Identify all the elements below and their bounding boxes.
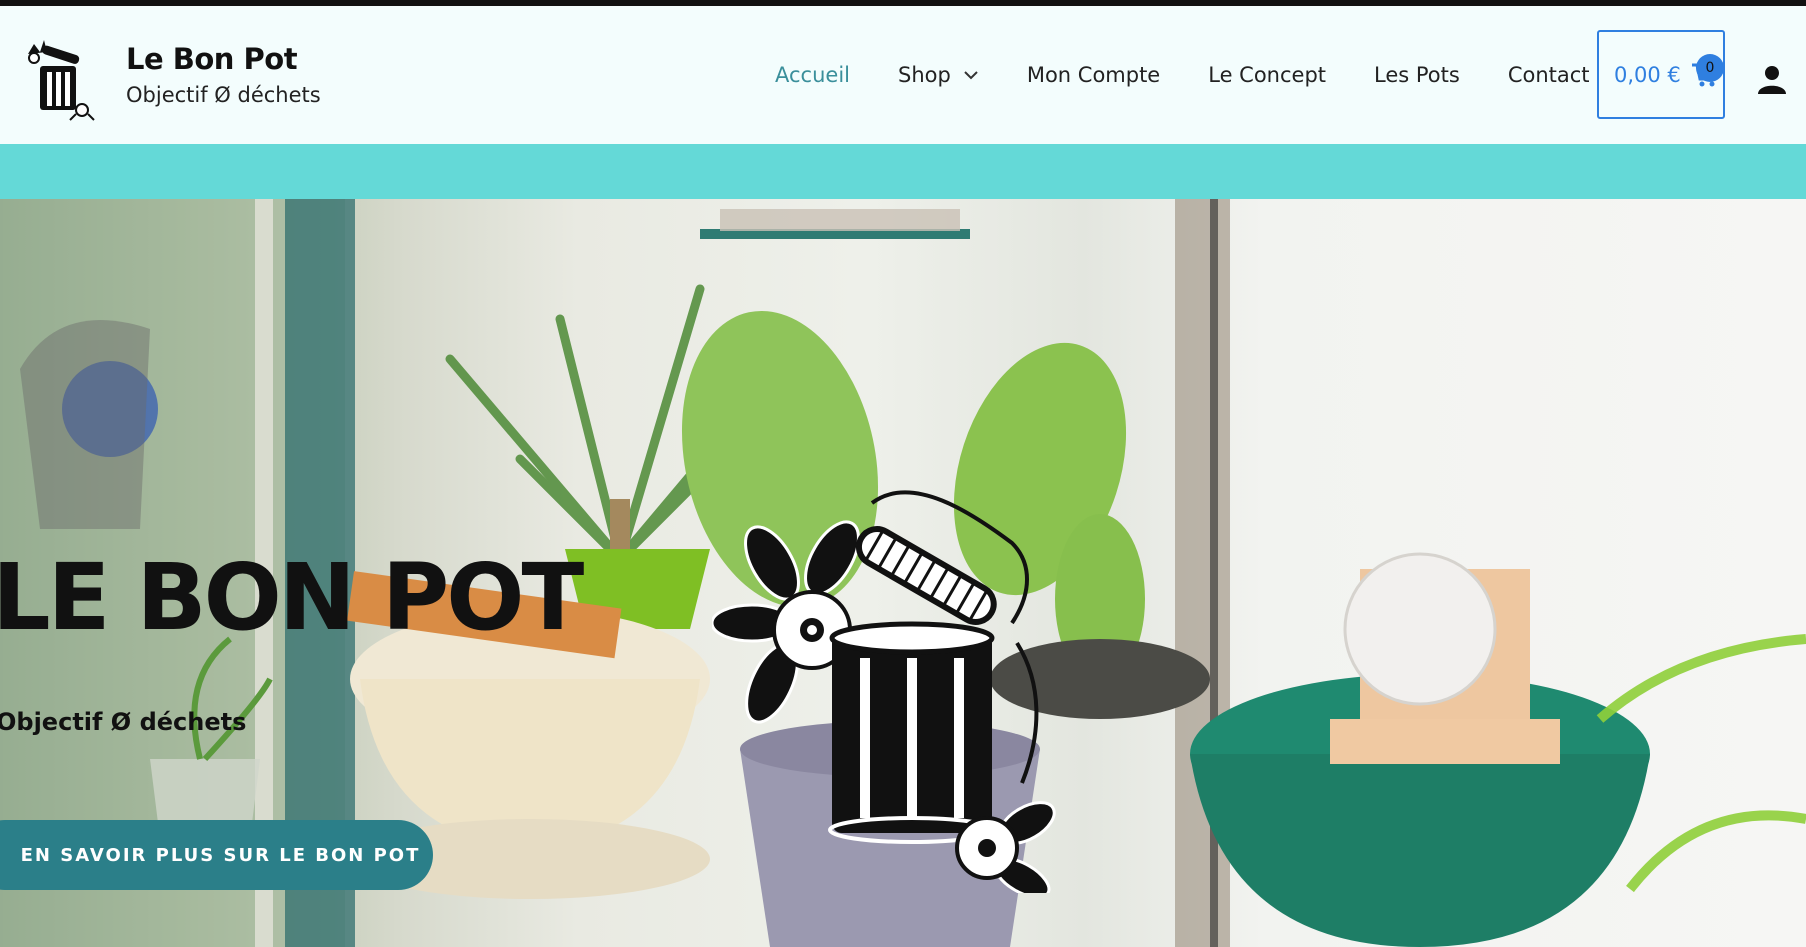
hero-subtitle: Objectif Ø déchets bbox=[0, 708, 247, 736]
nav-item-les-pots[interactable]: Les Pots bbox=[1374, 63, 1460, 87]
site-header: Le Bon Pot Objectif Ø déchets Accueil Sh… bbox=[0, 6, 1806, 144]
nav-item-shop[interactable]: Shop bbox=[898, 63, 979, 87]
nav-item-le-concept[interactable]: Le Concept bbox=[1208, 63, 1326, 87]
logo-pot-icon bbox=[712, 490, 1056, 893]
nav-item-contact[interactable]: Contact bbox=[1508, 63, 1590, 87]
cart-amount: 0,00 € bbox=[1614, 62, 1681, 87]
nav-label: Le Concept bbox=[1208, 63, 1327, 87]
main-nav: Accueil Shop Mon Compte Le Concept Les P… bbox=[775, 6, 1638, 144]
announcement-bar bbox=[0, 144, 1806, 199]
user-icon[interactable] bbox=[1757, 64, 1787, 94]
hero-title: LE BON POT bbox=[0, 544, 584, 651]
logo-pot-icon bbox=[28, 40, 95, 121]
brand[interactable]: Le Bon Pot Objectif Ø déchets bbox=[20, 32, 321, 124]
site-tagline: Objectif Ø déchets bbox=[126, 83, 321, 107]
nav-item-mon-compte[interactable]: Mon Compte bbox=[1027, 63, 1160, 87]
nav-label: Accueil bbox=[775, 63, 850, 87]
site-title[interactable]: Le Bon Pot bbox=[126, 42, 321, 76]
nav-label: Shop bbox=[898, 63, 951, 87]
nav-label: Les Pots bbox=[1374, 63, 1460, 87]
hero-section: LE BON POT Objectif Ø déchets EN SAVOIR … bbox=[0, 199, 1806, 947]
nav-label: Mon Compte bbox=[1026, 63, 1161, 87]
learn-more-button[interactable]: EN SAVOIR PLUS SUR LE BON POT bbox=[0, 820, 433, 890]
cart-button[interactable]: 0,00 € 0 bbox=[1597, 30, 1725, 119]
nav-label: Contact bbox=[1507, 63, 1590, 87]
chevron-down-icon bbox=[964, 71, 978, 80]
nav-item-accueil[interactable]: Accueil bbox=[775, 63, 850, 87]
cart-count-badge: 0 bbox=[1696, 54, 1724, 82]
